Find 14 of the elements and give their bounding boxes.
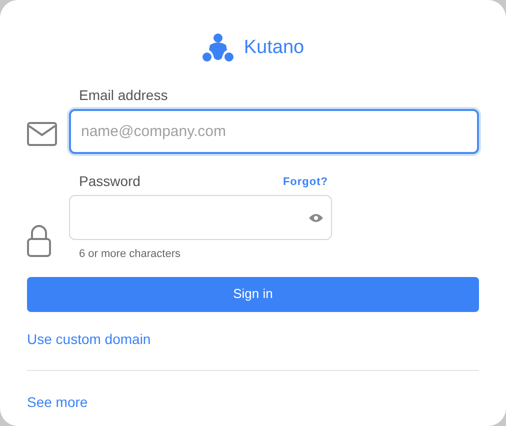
password-field[interactable] bbox=[69, 195, 332, 240]
lock-icon bbox=[27, 224, 51, 256]
see-more-link[interactable]: See more bbox=[27, 392, 88, 412]
sign-in-button[interactable]: Sign in bbox=[27, 276, 479, 312]
eye-icon[interactable] bbox=[309, 212, 323, 222]
password-hint: 6 or more characters bbox=[79, 247, 182, 262]
logo-icon bbox=[202, 33, 234, 63]
brand-name: Kutano bbox=[244, 36, 304, 60]
email-field[interactable]: name@company.com bbox=[69, 109, 479, 154]
forgot-link[interactable]: Forgot? bbox=[282, 174, 328, 190]
custom-domain-link[interactable]: Use custom domain bbox=[27, 328, 151, 350]
field-label: Password bbox=[79, 172, 140, 190]
field-label: Email address bbox=[79, 86, 169, 104]
envelope-icon bbox=[27, 122, 57, 146]
